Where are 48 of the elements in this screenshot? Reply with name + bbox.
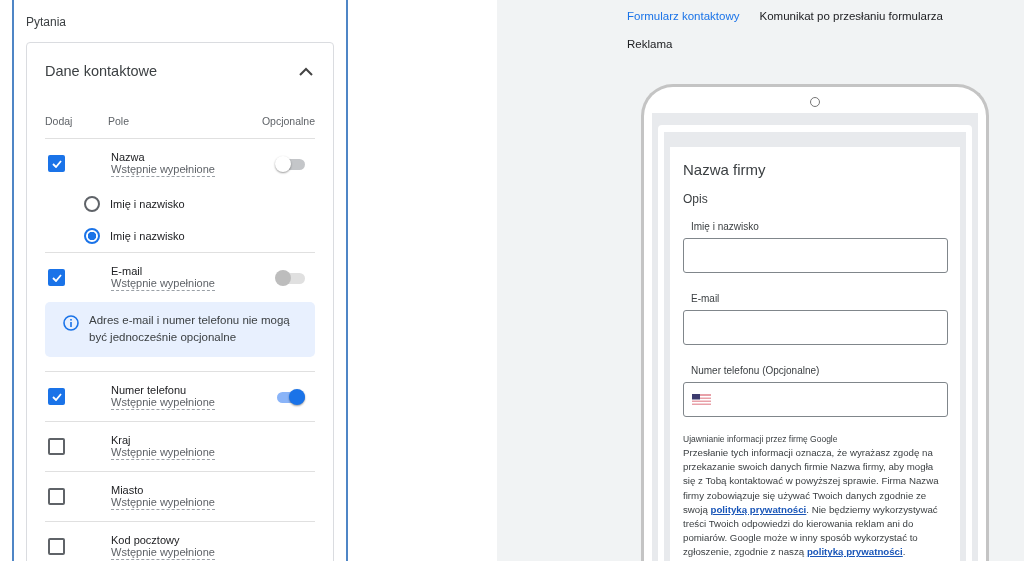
check-icon bbox=[51, 392, 62, 401]
radio-button[interactable] bbox=[84, 196, 100, 212]
prefilled-label[interactable]: Wstępnie wypełnione bbox=[111, 162, 215, 177]
radio-button[interactable] bbox=[84, 228, 100, 244]
field-name: Kraj bbox=[111, 433, 132, 446]
field-name: Numer telefonu bbox=[111, 383, 188, 396]
column-header: Opcjonalne bbox=[261, 115, 315, 127]
form-title: Nazwa firmy bbox=[683, 161, 767, 178]
checkbox[interactable] bbox=[48, 155, 65, 172]
radio-label: Imię i nazwisko bbox=[110, 230, 185, 242]
disclosure-title: Ujawnianie informacji przez firmę Google bbox=[683, 434, 839, 444]
preview-tab[interactable]: Formularz kontaktowy bbox=[627, 8, 740, 24]
prefilled-label[interactable]: Wstępnie wypełnione bbox=[111, 545, 215, 560]
checkbox[interactable] bbox=[48, 269, 65, 286]
checkbox[interactable] bbox=[48, 388, 65, 405]
panel-title: Pytania bbox=[26, 15, 68, 29]
field-name: Nazwa bbox=[111, 150, 146, 163]
info-icon bbox=[63, 315, 79, 331]
check-icon bbox=[51, 273, 62, 282]
form-description: Opis bbox=[683, 192, 709, 206]
preview-tab[interactable]: Komunikat po przesłaniu formularza bbox=[759, 8, 943, 24]
column-header: Pole bbox=[108, 115, 130, 127]
check-icon bbox=[51, 159, 62, 168]
prefilled-label[interactable]: Wstępnie wypełnione bbox=[111, 495, 215, 510]
checkbox[interactable] bbox=[48, 438, 65, 455]
checkbox[interactable] bbox=[48, 488, 65, 505]
prefilled-label[interactable]: Wstępnie wypełnione bbox=[111, 395, 215, 410]
preview-tab[interactable]: Reklama bbox=[627, 36, 673, 52]
input-field[interactable] bbox=[683, 382, 948, 417]
prefilled-label[interactable]: Wstępnie wypełnione bbox=[111, 445, 215, 460]
privacy-policy-link[interactable]: polityką prywatności bbox=[806, 546, 903, 558]
column-header: Dodaj bbox=[45, 115, 74, 127]
input-label: E-mail bbox=[690, 293, 721, 304]
field-name: Miasto bbox=[111, 483, 145, 496]
checkbox[interactable] bbox=[48, 538, 65, 555]
prefilled-label[interactable]: Wstępnie wypełnione bbox=[111, 276, 215, 291]
field-name: E-mail bbox=[111, 264, 144, 277]
info-text: Adres e-mail i numer telefonu nie mogą być jednocześnie opcjonalne bbox=[89, 313, 291, 345]
section-title: Dane kontaktowe bbox=[45, 63, 158, 79]
input-label: Imię i nazwisko bbox=[690, 221, 760, 232]
disclosure-text: Przesłanie tych informacji oznacza, że wyrażasz zgodę na przekazanie swoich danych firmie Nazwa firmy, aby mogła się z Tobą kontaktować w powyższej sprawie. Firma Nazwa firmy zobowiązuje się używać Twoich danych zgodnie ze swoją polityką prywatności. Nie będziemy wykorzystywać treści Twoich odpowiedzi do kierowania reklam ani do pomiarów. Google może w inny sposób wykorzystać to zgłoszenie, zgodnie z naszą polityką prywatności. bbox=[683, 446, 940, 560]
flag-icon bbox=[692, 394, 711, 405]
input-field[interactable] bbox=[683, 310, 948, 345]
input-label: Numer telefonu (Opcjonalne) bbox=[690, 365, 821, 376]
chevron-icon bbox=[299, 66, 313, 76]
radio-label: Imię i nazwisko bbox=[110, 198, 185, 210]
field-name: Kod pocztowy bbox=[111, 533, 181, 546]
input-field[interactable] bbox=[683, 238, 948, 273]
